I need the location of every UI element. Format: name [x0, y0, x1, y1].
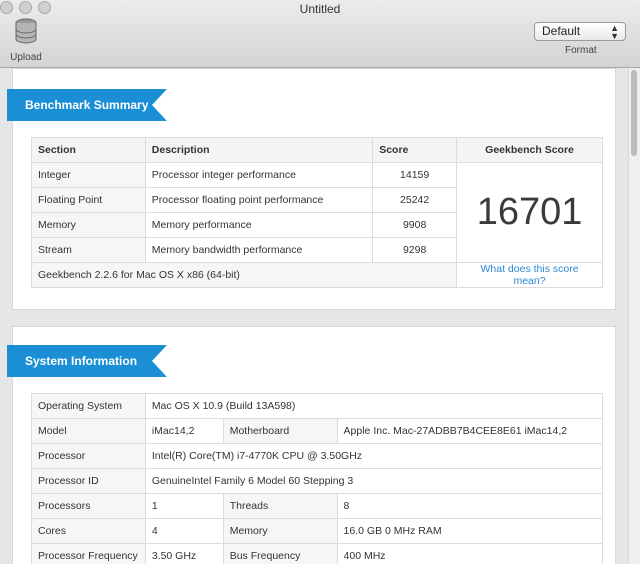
column-header: Description — [144, 137, 374, 163]
table-row: Integer Processor integer performance 14… — [31, 162, 603, 263]
info-label: Model — [31, 418, 146, 444]
benchmark-table: Section Description Score Geekbench Scor… — [30, 137, 603, 288]
info-label: Motherboard — [222, 418, 338, 444]
vertical-scrollbar[interactable] — [628, 68, 640, 564]
score-cell: 14159 — [372, 162, 458, 188]
benchmark-summary-card: Benchmark Summary Section Description Sc… — [7, 68, 616, 310]
table-row: Processor ID GenuineIntel Family 6 Model… — [31, 468, 604, 494]
geekbench-version-text: Geekbench 2.2.6 for Mac OS X x86 (64-bit… — [30, 262, 458, 288]
info-value: Intel(R) Core(TM) i7-4770K CPU @ 3.50GHz — [144, 443, 604, 469]
upload-label: Upload — [10, 52, 42, 63]
window-title: Untitled — [299, 2, 341, 16]
report-content: Benchmark Summary Section Description Sc… — [0, 68, 628, 564]
format-label: Format — [565, 45, 597, 56]
info-value: Apple Inc. Mac-27ADBB7B4CEE8E61 iMac14,2 — [336, 418, 604, 444]
geekbench-total-score: 16701 — [456, 162, 603, 263]
section-cell: Floating Point — [31, 187, 146, 213]
title-bar: Untitled Upload Default ▲ ▼ Format — [0, 0, 640, 68]
info-label: Processor — [31, 443, 146, 469]
description-cell: Processor integer performance — [144, 162, 374, 188]
table-header-row: Section Description Score Geekbench Scor… — [31, 137, 603, 163]
score-cell: 9908 — [372, 212, 458, 238]
info-label: Memory — [222, 518, 338, 544]
info-label: Processors — [31, 493, 146, 519]
format-select-value: Default — [542, 24, 581, 38]
table-row: Processors 1 Threads 8 — [31, 493, 604, 519]
format-select[interactable]: Default ▲ ▼ — [534, 22, 626, 41]
column-header: Score — [372, 137, 458, 163]
system-information-heading: System Information — [25, 354, 138, 368]
section-cell: Integer — [31, 162, 146, 188]
info-value: 3.50 GHz — [144, 543, 224, 564]
column-header: Geekbench Score — [456, 137, 603, 163]
section-cell: Stream — [31, 237, 146, 263]
table-row: Cores 4 Memory 16.0 GB 0 MHz RAM — [31, 518, 604, 544]
upload-button[interactable]: Upload — [6, 18, 46, 63]
benchmark-summary-heading: Benchmark Summary — [25, 98, 149, 112]
table-footer-row: Geekbench 2.2.6 for Mac OS X x86 (64-bit… — [30, 262, 603, 288]
description-cell: Processor floating point performance — [144, 187, 374, 213]
system-information-banner: System Information — [7, 345, 167, 377]
info-value: 1 — [144, 493, 224, 519]
info-label: Threads — [222, 493, 338, 519]
system-information-card: System Information Operating System Mac … — [7, 326, 616, 564]
info-value: iMac14,2 — [144, 418, 224, 444]
table-row: Processor Intel(R) Core(TM) i7-4770K CPU… — [31, 443, 604, 469]
info-label: Bus Frequency — [222, 543, 338, 564]
info-value: GenuineIntel Family 6 Model 60 Stepping … — [144, 468, 604, 494]
table-row: Processor Frequency 3.50 GHz Bus Frequen… — [31, 543, 604, 564]
description-cell: Memory performance — [144, 212, 374, 238]
score-meaning-link[interactable]: What does this score mean? — [456, 262, 603, 288]
table-row: Operating System Mac OS X 10.9 (Build 13… — [31, 393, 604, 419]
info-value: 16.0 GB 0 MHz RAM — [336, 518, 604, 544]
info-value: 4 — [144, 518, 224, 544]
table-row: Model iMac14,2 Motherboard Apple Inc. Ma… — [31, 418, 604, 444]
scrollbar-thumb[interactable] — [631, 70, 637, 156]
info-value: 8 — [336, 493, 604, 519]
info-label: Processor ID — [31, 468, 146, 494]
section-cell: Memory — [31, 212, 146, 238]
info-label: Operating System — [31, 393, 146, 419]
info-value: 400 MHz — [336, 543, 604, 564]
info-label: Cores — [31, 518, 146, 544]
description-cell: Memory bandwidth performance — [144, 237, 374, 263]
column-header: Section — [31, 137, 146, 163]
info-value: Mac OS X 10.9 (Build 13A598) — [144, 393, 604, 419]
score-cell: 9298 — [372, 237, 458, 263]
benchmark-summary-banner: Benchmark Summary — [7, 89, 167, 121]
database-icon — [15, 18, 37, 44]
updown-arrows-icon: ▲ ▼ — [610, 23, 619, 41]
system-info-table: Operating System Mac OS X 10.9 (Build 13… — [31, 393, 604, 564]
score-cell: 25242 — [372, 187, 458, 213]
info-label: Processor Frequency — [31, 543, 146, 564]
